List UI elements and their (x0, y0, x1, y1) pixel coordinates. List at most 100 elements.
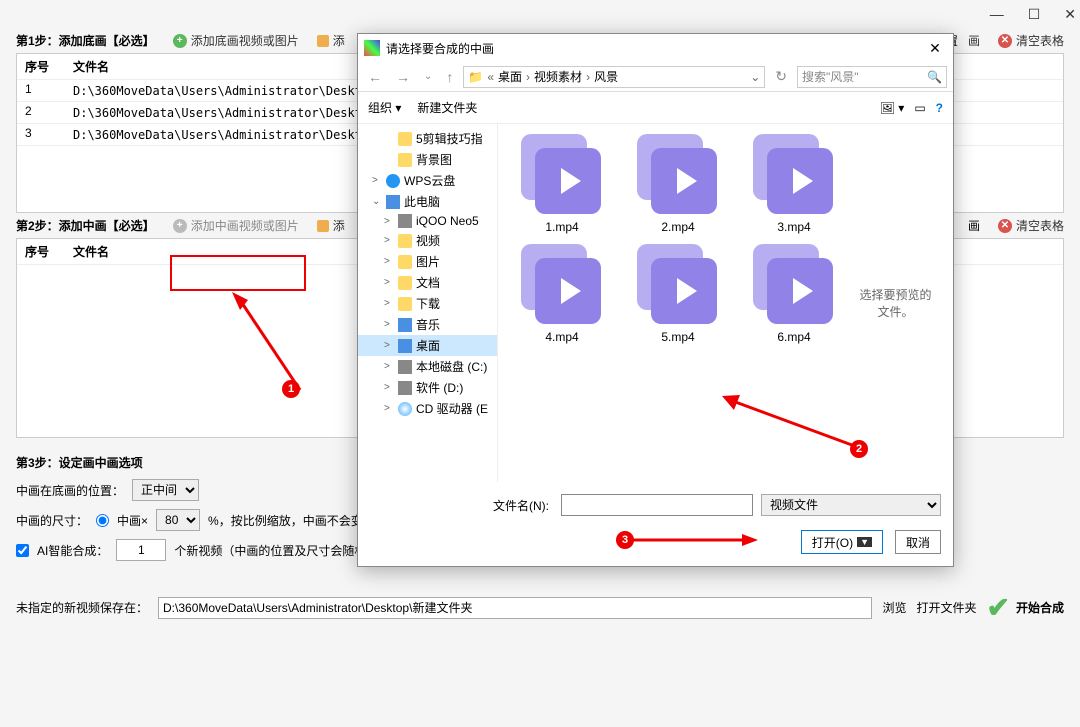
save-label: 未指定的新视频保存在： (16, 599, 148, 616)
open-folder-button[interactable]: 打开文件夹 (917, 599, 977, 616)
file-item[interactable]: 3.mp4 (740, 134, 848, 234)
step1-trail: 画 (968, 32, 980, 49)
preview-hint: 选择要预览的文件。 (848, 134, 943, 472)
minimize-button[interactable]: — (990, 6, 1004, 22)
folder-icon (317, 35, 329, 47)
tree-item[interactable]: >软件 (D:) (358, 377, 497, 398)
tree-item[interactable]: 5剪辑技巧指 (358, 128, 497, 149)
refresh-icon[interactable]: ↻ (771, 68, 791, 85)
ic-folder-icon (398, 276, 412, 290)
video-thumb-icon (753, 134, 835, 216)
tree-item[interactable]: 背景图 (358, 149, 497, 170)
browse-button[interactable]: 浏览 (882, 599, 906, 616)
open-button[interactable]: 打开(O)▼ (801, 530, 883, 554)
dialog-titlebar: 请选择要合成的中画 ✕ (358, 34, 953, 62)
filename-input[interactable] (561, 494, 753, 516)
video-thumb-icon (521, 134, 603, 216)
step1-clear-button[interactable]: ✕ 清空表格 (998, 32, 1064, 49)
organize-button[interactable]: 组织 ▾ (368, 99, 401, 116)
ic-disk-icon (398, 381, 412, 395)
video-thumb-icon (637, 244, 719, 326)
step2-add-button[interactable]: + 添加中画视频或图片 (173, 217, 299, 234)
pos-select[interactable]: 正中间 (132, 479, 199, 501)
tree-item[interactable]: >CD 驱动器 (E (358, 398, 497, 419)
tree-item[interactable]: >下载 (358, 293, 497, 314)
file-item[interactable]: 6.mp4 (740, 244, 848, 344)
tree-item[interactable]: ⌄此电脑 (358, 191, 497, 212)
size-pct1-select[interactable]: 80 (156, 509, 200, 531)
step3-label: 第3步：设定画中画选项 (16, 454, 143, 471)
start-button[interactable]: ✔ 开始合成 (987, 591, 1064, 624)
tree-item[interactable]: >iQOO Neo5 (358, 212, 497, 230)
step2-trail: 画 (968, 217, 980, 234)
files-grid[interactable]: 1.mp42.mp43.mp4 4.mp45.mp46.mp4 (508, 134, 848, 472)
step1-add-button[interactable]: + 添加底画视频或图片 (173, 32, 299, 49)
dialog-title: 请选择要合成的中画 (386, 40, 923, 57)
check-icon: ✔ (987, 591, 1010, 624)
tree-item[interactable]: >音乐 (358, 314, 497, 335)
ai-checkbox[interactable] (16, 544, 29, 557)
dialog-toolbar: 组织 ▾ 新建文件夹 🖼 ▾ ▭ ? (358, 92, 953, 124)
nav-history-icon[interactable]: ⌄ (420, 71, 436, 82)
video-thumb-icon (521, 244, 603, 326)
folder-icon: 📁 (468, 70, 483, 84)
ai-count-input[interactable] (116, 539, 166, 561)
step2-add2-button[interactable]: 添 (317, 217, 345, 234)
step2-label: 第2步：添加中画【必选】 (16, 217, 155, 234)
annotation-marker-1: 1 (282, 380, 300, 398)
help-icon[interactable]: ? (936, 101, 943, 115)
nav-up-icon[interactable]: ↑ (442, 69, 457, 85)
annotation-marker-3: 3 (616, 531, 634, 549)
plus-icon: + (173, 219, 187, 233)
view-icon[interactable]: 🖼 ▾ (880, 101, 905, 115)
search-icon: 🔍 (927, 70, 942, 84)
ic-pc-icon (386, 195, 400, 209)
save-path-input[interactable] (158, 597, 872, 619)
tree-item[interactable]: >文档 (358, 272, 497, 293)
file-item[interactable]: 2.mp4 (624, 134, 732, 234)
size-mode1-radio[interactable] (96, 514, 109, 527)
ic-disk-icon (398, 214, 412, 228)
file-item[interactable]: 5.mp4 (624, 244, 732, 344)
close-button[interactable]: ✕ (1064, 6, 1076, 23)
file-item[interactable]: 1.mp4 (508, 134, 616, 234)
file-dialog: 请选择要合成的中画 ✕ ← → ⌄ ↑ 📁 « 桌面› 视频素材› 风景 ⌄ ↻… (357, 33, 954, 567)
dialog-close-button[interactable]: ✕ (923, 40, 947, 57)
ic-folder-icon (398, 234, 412, 248)
tree-item[interactable]: >WPS云盘 (358, 170, 497, 191)
save-row: 未指定的新视频保存在： 浏览 打开文件夹 ✔ 开始合成 (16, 591, 1064, 624)
ic-folder-icon (398, 255, 412, 269)
folder-icon (317, 220, 329, 232)
tree-item[interactable]: >桌面 (358, 335, 497, 356)
file-area: 1.mp42.mp43.mp4 4.mp45.mp46.mp4 选择要预览的文件。 (498, 124, 953, 482)
nav-fwd-icon[interactable]: → (392, 69, 414, 85)
size-label: 中画的尺寸： (16, 512, 88, 529)
breadcrumb[interactable]: 📁 « 桌面› 视频素材› 风景 ⌄ (463, 66, 765, 88)
ic-folder-icon (398, 153, 412, 167)
col-idx-header: 序号 (25, 58, 73, 75)
video-thumb-icon (753, 244, 835, 326)
ic-desktop-icon (398, 339, 412, 353)
preview-icon[interactable]: ▭ (914, 101, 925, 115)
search-input[interactable]: 搜索"风景" 🔍 (797, 66, 947, 88)
step2-clear-button[interactable]: ✕ 清空表格 (998, 217, 1064, 234)
tree-item[interactable]: >本地磁盘 (C:) (358, 356, 497, 377)
nav-back-icon[interactable]: ← (364, 69, 386, 85)
filter-select[interactable]: 视频文件 (761, 494, 941, 516)
file-item[interactable]: 4.mp4 (508, 244, 616, 344)
plus-icon: + (173, 34, 187, 48)
col-idx-header: 序号 (25, 243, 73, 260)
step1-add2-button[interactable]: 添 (317, 32, 345, 49)
tree-item[interactable]: >视频 (358, 230, 497, 251)
step1-label: 第1步：添加底画【必选】 (16, 32, 155, 49)
new-folder-button[interactable]: 新建文件夹 (417, 99, 477, 116)
cancel-button[interactable]: 取消 (895, 530, 941, 554)
tree-item[interactable]: >图片 (358, 251, 497, 272)
folder-tree[interactable]: 5剪辑技巧指背景图>WPS云盘⌄此电脑>iQOO Neo5>视频>图片>文档>下… (358, 124, 498, 482)
ic-cd-icon (398, 402, 412, 416)
ic-cloud-icon (386, 174, 400, 188)
ic-folder-icon (398, 132, 412, 146)
maximize-button[interactable]: ☐ (1028, 6, 1041, 23)
dialog-footer: 文件名(N): 视频文件 打开(O)▼ 取消 (358, 482, 953, 566)
pos-label: 中画在底画的位置： (16, 482, 124, 499)
